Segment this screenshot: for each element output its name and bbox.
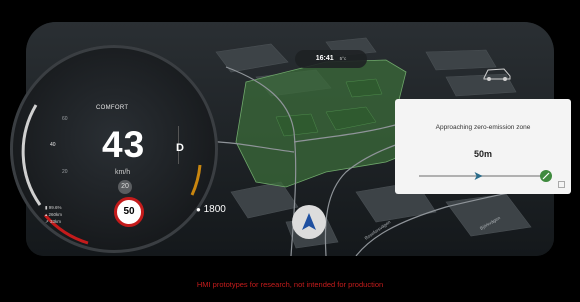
notification-distance: 50m xyxy=(473,149,492,159)
stat-value: 260km xyxy=(48,212,63,217)
battery-icon: ▮ xyxy=(45,205,48,210)
distance-progress-bar xyxy=(419,170,552,182)
battery-percent: 99.6% xyxy=(48,205,62,210)
battery-row: ▮ 99.6% xyxy=(45,204,62,211)
speed-scale-label: 40 xyxy=(50,142,56,148)
clock-time: 16:41 xyxy=(315,55,334,62)
drop-icon: ● xyxy=(196,205,201,214)
car-icon xyxy=(483,68,511,81)
stat-row: ▴ 260km xyxy=(45,212,63,217)
speed-readout: 43 xyxy=(102,124,146,165)
outside-temperature: 5°c xyxy=(339,56,347,61)
card-expand-icon[interactable] xyxy=(558,181,565,188)
speed-limit-sign: 50 xyxy=(114,197,144,227)
vehicle-stats: ▮ 99.6% ▴ 260km ↗ 33km xyxy=(45,204,62,225)
disclaimer-text: HMI prototypes for research, not intende… xyxy=(196,280,384,289)
navigation-arrow-icon xyxy=(302,213,316,230)
stat-value: 33km xyxy=(50,219,62,224)
stat-row: ↗ 33km xyxy=(45,219,62,224)
status-pill: 16:41 5°c xyxy=(295,50,367,68)
drive-mode-label: COMFORT xyxy=(96,105,129,111)
speed-unit: km/h xyxy=(115,169,131,176)
zone-notification-card[interactable]: Approaching zero-emission zone 50m xyxy=(395,99,571,194)
speed-limit-current-marker: 20 xyxy=(118,180,132,194)
notification-title: Approaching zero-emission zone xyxy=(435,124,531,131)
range-value: 1800 xyxy=(203,204,226,215)
navigation-position-marker xyxy=(292,205,326,239)
range-readout: ● 1800 xyxy=(196,204,226,215)
speed-scale-label: 20 xyxy=(62,169,68,175)
speed-scale-label: 60 xyxy=(62,116,68,122)
gear-indicator: D xyxy=(176,142,184,154)
